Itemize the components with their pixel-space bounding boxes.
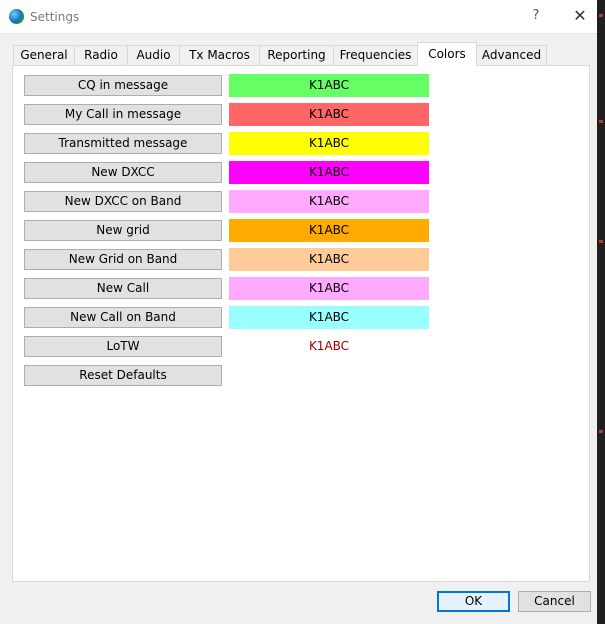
strip-mark	[599, 120, 603, 123]
tab-audio[interactable]: Audio	[127, 45, 180, 65]
cq-in-message-sample: K1ABC	[229, 74, 429, 97]
new-dxcc-button[interactable]: New DXCC	[24, 162, 222, 183]
tab-bar: General Radio Audio Tx Macros Reporting …	[13, 42, 593, 66]
tab-reporting[interactable]: Reporting	[259, 45, 334, 65]
new-grid-on-band-button[interactable]: New Grid on Band	[24, 249, 222, 270]
background-strip	[597, 0, 605, 624]
strip-mark	[599, 430, 603, 433]
new-dxcc-on-band-button[interactable]: New DXCC on Band	[24, 191, 222, 212]
transmitted-message-button[interactable]: Transmitted message	[24, 133, 222, 154]
settings-window: Settings ? ✕ General Radio Audio Tx Macr…	[0, 0, 605, 624]
new-dxcc-on-band-sample: K1ABC	[229, 190, 429, 213]
globe-icon	[9, 9, 24, 24]
reset-defaults-button[interactable]: Reset Defaults	[24, 365, 222, 386]
new-call-button[interactable]: New Call	[24, 278, 222, 299]
strip-mark	[599, 240, 603, 243]
tab-tx-macros[interactable]: Tx Macros	[179, 45, 260, 65]
tab-frequencies[interactable]: Frequencies	[333, 45, 418, 65]
cq-in-message-button[interactable]: CQ in message	[24, 75, 222, 96]
strip-mark	[599, 14, 603, 17]
title-bar: Settings ? ✕	[0, 0, 597, 34]
window-title: Settings	[30, 10, 80, 24]
lotw-sample: K1ABC	[229, 335, 429, 358]
new-grid-on-band-sample: K1ABC	[229, 248, 429, 271]
cancel-button[interactable]: Cancel	[518, 591, 591, 612]
ok-button[interactable]: OK	[437, 591, 510, 612]
new-dxcc-sample: K1ABC	[229, 161, 429, 184]
my-call-in-message-sample: K1ABC	[229, 103, 429, 126]
new-grid-button[interactable]: New grid	[24, 220, 222, 241]
lotw-button[interactable]: LoTW	[24, 336, 222, 357]
new-call-on-band-sample: K1ABC	[229, 306, 429, 329]
help-button[interactable]: ?	[524, 4, 548, 28]
new-call-sample: K1ABC	[229, 277, 429, 300]
tab-advanced[interactable]: Advanced	[476, 45, 547, 65]
tab-general[interactable]: General	[13, 45, 75, 65]
transmitted-message-sample: K1ABC	[229, 132, 429, 155]
new-grid-sample: K1ABC	[229, 219, 429, 242]
close-button[interactable]: ✕	[566, 4, 594, 28]
tab-radio[interactable]: Radio	[74, 45, 128, 65]
my-call-in-message-button[interactable]: My Call in message	[24, 104, 222, 125]
tab-colors[interactable]: Colors	[417, 42, 477, 66]
new-call-on-band-button[interactable]: New Call on Band	[24, 307, 222, 328]
